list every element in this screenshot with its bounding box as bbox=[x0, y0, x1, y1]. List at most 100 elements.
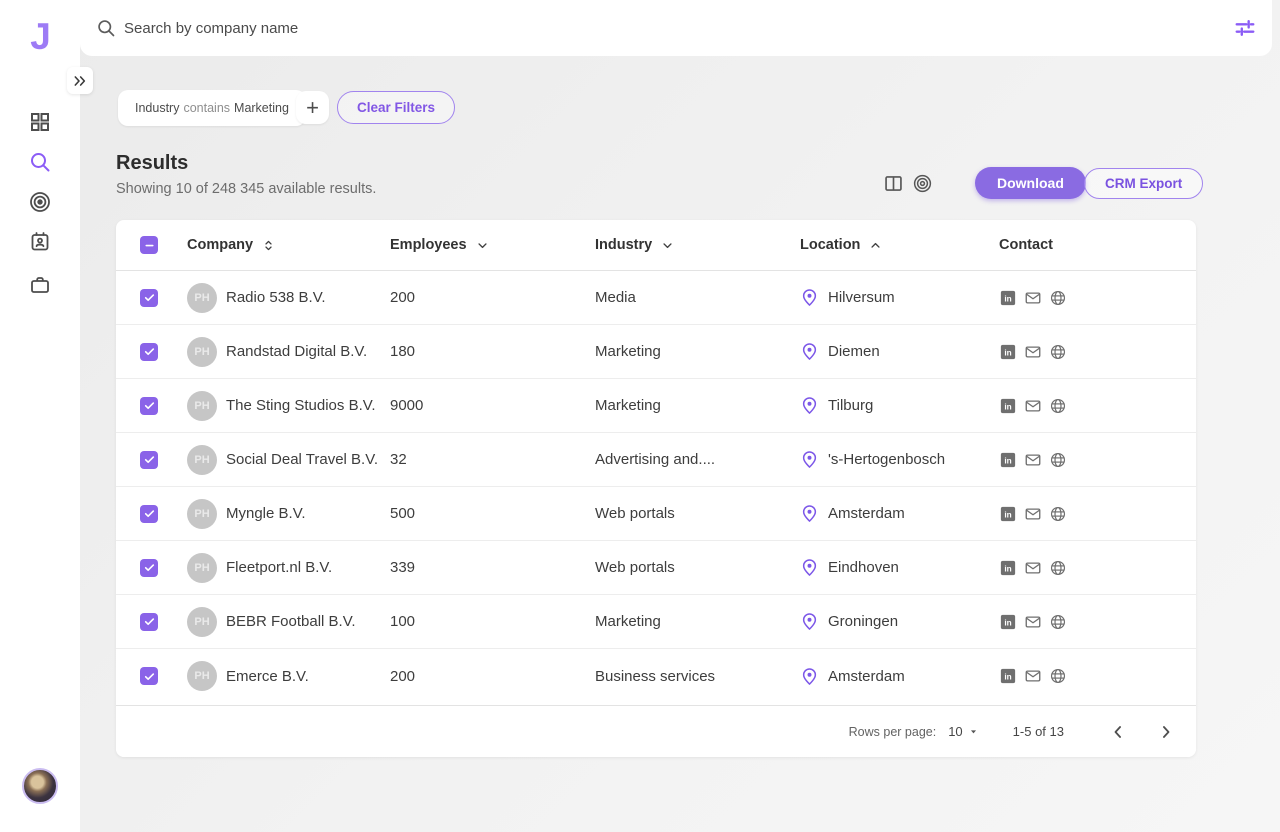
rows-per-page-select[interactable]: 10 bbox=[948, 724, 978, 739]
email-icon[interactable] bbox=[1024, 397, 1042, 415]
linkedin-icon[interactable]: in bbox=[999, 613, 1017, 631]
company-name[interactable]: Social Deal Travel B.V. bbox=[226, 451, 378, 468]
crm-export-button[interactable]: CRM Export bbox=[1084, 168, 1203, 199]
filter-field: Industry bbox=[135, 101, 179, 115]
svg-text:in: in bbox=[1004, 402, 1011, 411]
previous-page-button[interactable] bbox=[1108, 722, 1128, 742]
row-checkbox[interactable] bbox=[140, 559, 158, 577]
next-page-button[interactable] bbox=[1156, 722, 1176, 742]
email-icon[interactable] bbox=[1024, 613, 1042, 631]
row-checkbox[interactable] bbox=[140, 343, 158, 361]
email-icon[interactable] bbox=[1024, 343, 1042, 361]
location-text: Amsterdam bbox=[828, 505, 905, 522]
company-name[interactable]: Myngle B.V. bbox=[226, 505, 306, 522]
svg-text:in: in bbox=[1004, 456, 1011, 465]
chevron-left-icon bbox=[1108, 722, 1128, 742]
company-name[interactable]: BEBR Football B.V. bbox=[226, 613, 356, 630]
linkedin-icon[interactable]: in bbox=[999, 451, 1017, 469]
rows-per-page-label: Rows per page: bbox=[849, 725, 937, 739]
website-globe-icon[interactable] bbox=[1049, 451, 1067, 469]
check-icon bbox=[143, 345, 156, 358]
linkedin-icon[interactable]: in bbox=[999, 667, 1017, 685]
sort-both-icon bbox=[261, 238, 276, 253]
website-globe-icon[interactable] bbox=[1049, 397, 1067, 415]
employees-cell: 200 bbox=[390, 289, 595, 306]
company-avatar: PH bbox=[187, 391, 217, 421]
row-checkbox[interactable] bbox=[140, 613, 158, 631]
svg-text:in: in bbox=[1004, 510, 1011, 519]
search-icon bbox=[96, 18, 116, 38]
industry-cell: Advertising and.... bbox=[595, 451, 800, 468]
select-all-checkbox[interactable] bbox=[140, 236, 158, 254]
sidebar-item-target-icon[interactable] bbox=[28, 190, 52, 214]
check-icon bbox=[143, 453, 156, 466]
download-button[interactable]: Download bbox=[975, 167, 1086, 199]
location-text: Groningen bbox=[828, 613, 898, 630]
pagination-range: 1-5 of 13 bbox=[1013, 724, 1064, 739]
column-header-location[interactable]: Location bbox=[800, 237, 999, 253]
chevron-down-icon bbox=[660, 238, 675, 253]
row-checkbox[interactable] bbox=[140, 505, 158, 523]
email-icon[interactable] bbox=[1024, 289, 1042, 307]
filter-chip[interactable]: Industry contains Marketing bbox=[118, 90, 306, 126]
company-name[interactable]: Randstad Digital B.V. bbox=[226, 343, 367, 360]
chevron-right-icon bbox=[1156, 722, 1176, 742]
columns-view-icon[interactable] bbox=[883, 173, 904, 194]
clear-filters-button[interactable]: Clear Filters bbox=[337, 91, 455, 124]
target-view-icon[interactable] bbox=[912, 173, 933, 194]
filter-value: Marketing bbox=[234, 101, 289, 115]
column-header-company[interactable]: Company bbox=[187, 237, 390, 253]
check-icon bbox=[143, 291, 156, 304]
row-checkbox[interactable] bbox=[140, 397, 158, 415]
email-icon[interactable] bbox=[1024, 451, 1042, 469]
sidebar-expand-button[interactable] bbox=[67, 67, 93, 94]
location-text: Amsterdam bbox=[828, 668, 905, 685]
industry-cell: Web portals bbox=[595, 505, 800, 522]
website-globe-icon[interactable] bbox=[1049, 613, 1067, 631]
user-avatar[interactable] bbox=[22, 768, 58, 804]
sidebar-item-dashboard-icon[interactable] bbox=[28, 110, 52, 134]
row-checkbox[interactable] bbox=[140, 667, 158, 685]
website-globe-icon[interactable] bbox=[1049, 559, 1067, 577]
company-avatar: PH bbox=[187, 553, 217, 583]
table-row: PH Fleetport.nl B.V. 339 Web portals Ein… bbox=[116, 541, 1196, 595]
app-logo[interactable]: J bbox=[0, 16, 80, 58]
row-checkbox[interactable] bbox=[140, 451, 158, 469]
linkedin-icon[interactable]: in bbox=[999, 343, 1017, 361]
check-icon bbox=[143, 615, 156, 628]
website-globe-icon[interactable] bbox=[1049, 667, 1067, 685]
search-input[interactable] bbox=[124, 20, 1234, 37]
company-name[interactable]: Radio 538 B.V. bbox=[226, 289, 326, 306]
results-table: Company Employees Industry Location Cont… bbox=[116, 220, 1196, 757]
check-icon bbox=[143, 399, 156, 412]
sidebar-item-jobs-icon[interactable] bbox=[28, 273, 52, 297]
check-icon bbox=[143, 507, 156, 520]
location-pin-icon bbox=[800, 288, 819, 307]
column-header-industry[interactable]: Industry bbox=[595, 237, 800, 253]
filter-settings-icon[interactable] bbox=[1234, 17, 1256, 39]
company-name[interactable]: Fleetport.nl B.V. bbox=[226, 559, 332, 576]
column-header-employees[interactable]: Employees bbox=[390, 237, 595, 253]
location-pin-icon bbox=[800, 396, 819, 415]
website-globe-icon[interactable] bbox=[1049, 505, 1067, 523]
industry-cell: Media bbox=[595, 289, 800, 306]
company-name[interactable]: The Sting Studios B.V. bbox=[226, 397, 376, 414]
linkedin-icon[interactable]: in bbox=[999, 505, 1017, 523]
linkedin-icon[interactable]: in bbox=[999, 289, 1017, 307]
email-icon[interactable] bbox=[1024, 559, 1042, 577]
website-globe-icon[interactable] bbox=[1049, 343, 1067, 361]
email-icon[interactable] bbox=[1024, 667, 1042, 685]
sidebar-item-contacts-icon[interactable] bbox=[28, 230, 52, 254]
chevrons-right-icon bbox=[72, 73, 88, 89]
linkedin-icon[interactable]: in bbox=[999, 559, 1017, 577]
location-text: Eindhoven bbox=[828, 559, 899, 576]
add-filter-button[interactable]: + bbox=[296, 91, 329, 124]
column-header-contact: Contact bbox=[999, 237, 1196, 253]
website-globe-icon[interactable] bbox=[1049, 289, 1067, 307]
company-name[interactable]: Emerce B.V. bbox=[226, 668, 309, 685]
email-icon[interactable] bbox=[1024, 505, 1042, 523]
row-checkbox[interactable] bbox=[140, 289, 158, 307]
linkedin-icon[interactable]: in bbox=[999, 397, 1017, 415]
table-body: PH Radio 538 B.V. 200 Media Hilversum in bbox=[116, 271, 1196, 703]
sidebar-item-search-icon[interactable] bbox=[28, 150, 52, 174]
